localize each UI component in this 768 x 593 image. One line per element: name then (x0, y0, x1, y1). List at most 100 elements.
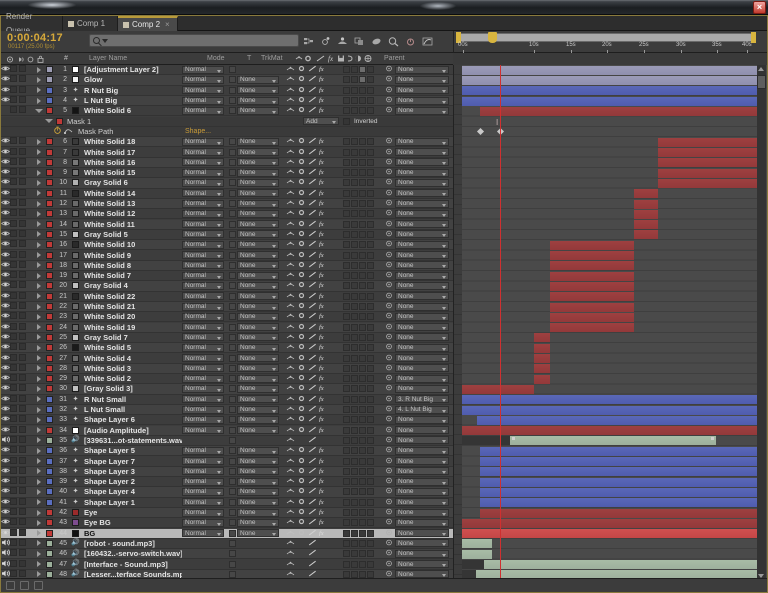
collapse-switch[interactable] (296, 271, 306, 280)
video-eye-toggle[interactable] (1, 508, 11, 517)
layer-mode-cell[interactable]: Normal (182, 209, 228, 218)
parent-dropdown[interactable]: None (395, 426, 449, 435)
layer-name[interactable]: White Solid 7 (81, 271, 182, 280)
frame-blend-box[interactable] (343, 550, 350, 558)
layer-name[interactable]: White Solid 20 (81, 312, 182, 321)
trkmat-dropdown[interactable]: None (237, 323, 279, 332)
layer-parent-cell[interactable]: 4. L Nut Big (385, 405, 453, 414)
label-swatch[interactable] (46, 385, 53, 393)
motion-blur-box[interactable] (351, 158, 358, 166)
layer-label-color[interactable] (45, 169, 54, 177)
parent-dropdown[interactable]: None (395, 333, 449, 342)
shy-switch[interactable] (285, 251, 295, 260)
video-eye-toggle[interactable] (1, 415, 11, 424)
lock-toggle[interactable] (19, 384, 28, 393)
parent-dropdown[interactable]: None (395, 498, 449, 507)
adjustment-layer-box[interactable] (359, 230, 366, 238)
twirl-icon[interactable] (36, 200, 41, 207)
collapse-switch[interactable] (296, 148, 306, 157)
track-matte-cell[interactable]: None (237, 374, 283, 383)
table-row[interactable]: 20 Gray Solid 4 Normal None fx None (1, 281, 453, 292)
table-row[interactable]: 3 ✦ R Nut Big Normal None fx None (1, 85, 453, 96)
lock-box[interactable] (19, 229, 26, 237)
shy-switch[interactable] (285, 158, 295, 167)
label-swatch[interactable] (46, 138, 53, 146)
layer-switches[interactable]: fx (283, 189, 343, 198)
solo-box[interactable] (10, 343, 17, 351)
label-swatch[interactable] (46, 220, 53, 228)
parent-dropdown[interactable]: None (395, 539, 449, 548)
lock-toggle[interactable] (19, 219, 28, 229)
chevron-down-icon[interactable] (102, 38, 108, 43)
layer-duration-bar[interactable] (462, 426, 757, 436)
motion-blur-box[interactable] (351, 467, 358, 475)
track-matte-cell[interactable]: None (237, 477, 283, 486)
layer-switches[interactable]: fx (283, 384, 343, 393)
parent-pickwhip-icon[interactable] (385, 343, 393, 352)
preserve-transparency-cell[interactable] (228, 158, 237, 166)
solo-toggle[interactable] (10, 240, 19, 249)
motion-blur-box[interactable] (351, 179, 358, 187)
layer-parent-cell[interactable]: None (385, 487, 453, 496)
frame-blend-box[interactable] (343, 230, 350, 238)
collapse-switch[interactable] (296, 65, 306, 74)
collapse-switch[interactable] (296, 240, 306, 249)
preserve-transparency-box[interactable] (229, 426, 236, 434)
track-matte-cell[interactable]: None (237, 405, 283, 414)
parent-pickwhip-icon[interactable] (385, 477, 393, 486)
parent-dropdown[interactable]: None (395, 384, 449, 393)
audio-in-point-handle[interactable] (512, 437, 515, 441)
adjustment-layer-box[interactable] (359, 76, 366, 84)
lock-box[interactable] (19, 508, 26, 516)
video-eye-toggle[interactable] (1, 86, 11, 95)
layer-name[interactable]: White Solid 4 (81, 354, 182, 363)
quality-switch[interactable] (307, 457, 317, 466)
table-row[interactable]: 2 Glow Normal None fx None (1, 75, 453, 86)
layer-name[interactable]: [robot - sound.mp3] (81, 539, 182, 548)
video-eye-toggle[interactable] (1, 343, 11, 352)
preserve-transparency-box[interactable] (229, 230, 236, 238)
solo-toggle[interactable] (10, 559, 19, 569)
shy-switch[interactable] (285, 106, 295, 115)
twirl-icon[interactable] (36, 138, 41, 145)
layer-mode-cell[interactable]: Normal (182, 508, 228, 517)
preserve-transparency-box[interactable] (229, 313, 236, 321)
label-swatch[interactable] (46, 354, 53, 362)
three-d-box[interactable] (367, 86, 374, 94)
motion-blur-box[interactable] (351, 97, 358, 105)
lock-box[interactable] (19, 538, 26, 546)
layer-parent-cell[interactable]: None (385, 209, 453, 218)
preserve-transparency-box[interactable] (229, 436, 236, 444)
three-d-box[interactable] (367, 426, 374, 434)
track-matte-cell[interactable]: None (237, 230, 283, 239)
frame-blend-box[interactable] (343, 107, 350, 115)
quality-switch[interactable] (307, 271, 317, 280)
solo-box[interactable] (10, 229, 17, 237)
video-eye-toggle[interactable] (1, 209, 11, 218)
quality-switch[interactable] (307, 302, 317, 311)
layer-parent-cell[interactable]: None (385, 508, 453, 517)
effects-switch[interactable]: fx (318, 364, 328, 373)
layer-mode-cell[interactable]: Normal (182, 281, 228, 290)
layer-switches[interactable]: fx (283, 354, 343, 363)
adjustment-layer-box[interactable] (359, 138, 366, 146)
layer-duration-bar[interactable] (462, 529, 757, 539)
video-eye-toggle[interactable] (1, 477, 11, 486)
twirl-icon[interactable] (36, 550, 41, 557)
parent-dropdown[interactable]: None (395, 240, 449, 249)
layer-render-switches[interactable] (343, 107, 385, 115)
layer-mode-cell[interactable]: Normal (182, 86, 228, 95)
frame-blend-box[interactable] (343, 241, 350, 249)
collapse-switch[interactable] (296, 251, 306, 260)
table-row[interactable]: 25 Gray Solid 7 Normal None fx None (1, 332, 453, 344)
quality-switch[interactable] (307, 168, 317, 177)
layer-label-color[interactable] (45, 148, 54, 156)
video-eye-toggle[interactable] (1, 354, 11, 363)
frame-blend-box[interactable] (343, 375, 350, 383)
adjustment-layer-box[interactable] (359, 539, 366, 547)
solo-box[interactable] (10, 96, 17, 104)
lock-toggle[interactable] (19, 157, 28, 167)
layer-mode-cell[interactable]: Normal (182, 529, 228, 538)
table-row[interactable]: 10 Gray Solid 6 Normal None fx None (1, 178, 453, 189)
frame-blend-box[interactable] (343, 509, 350, 517)
